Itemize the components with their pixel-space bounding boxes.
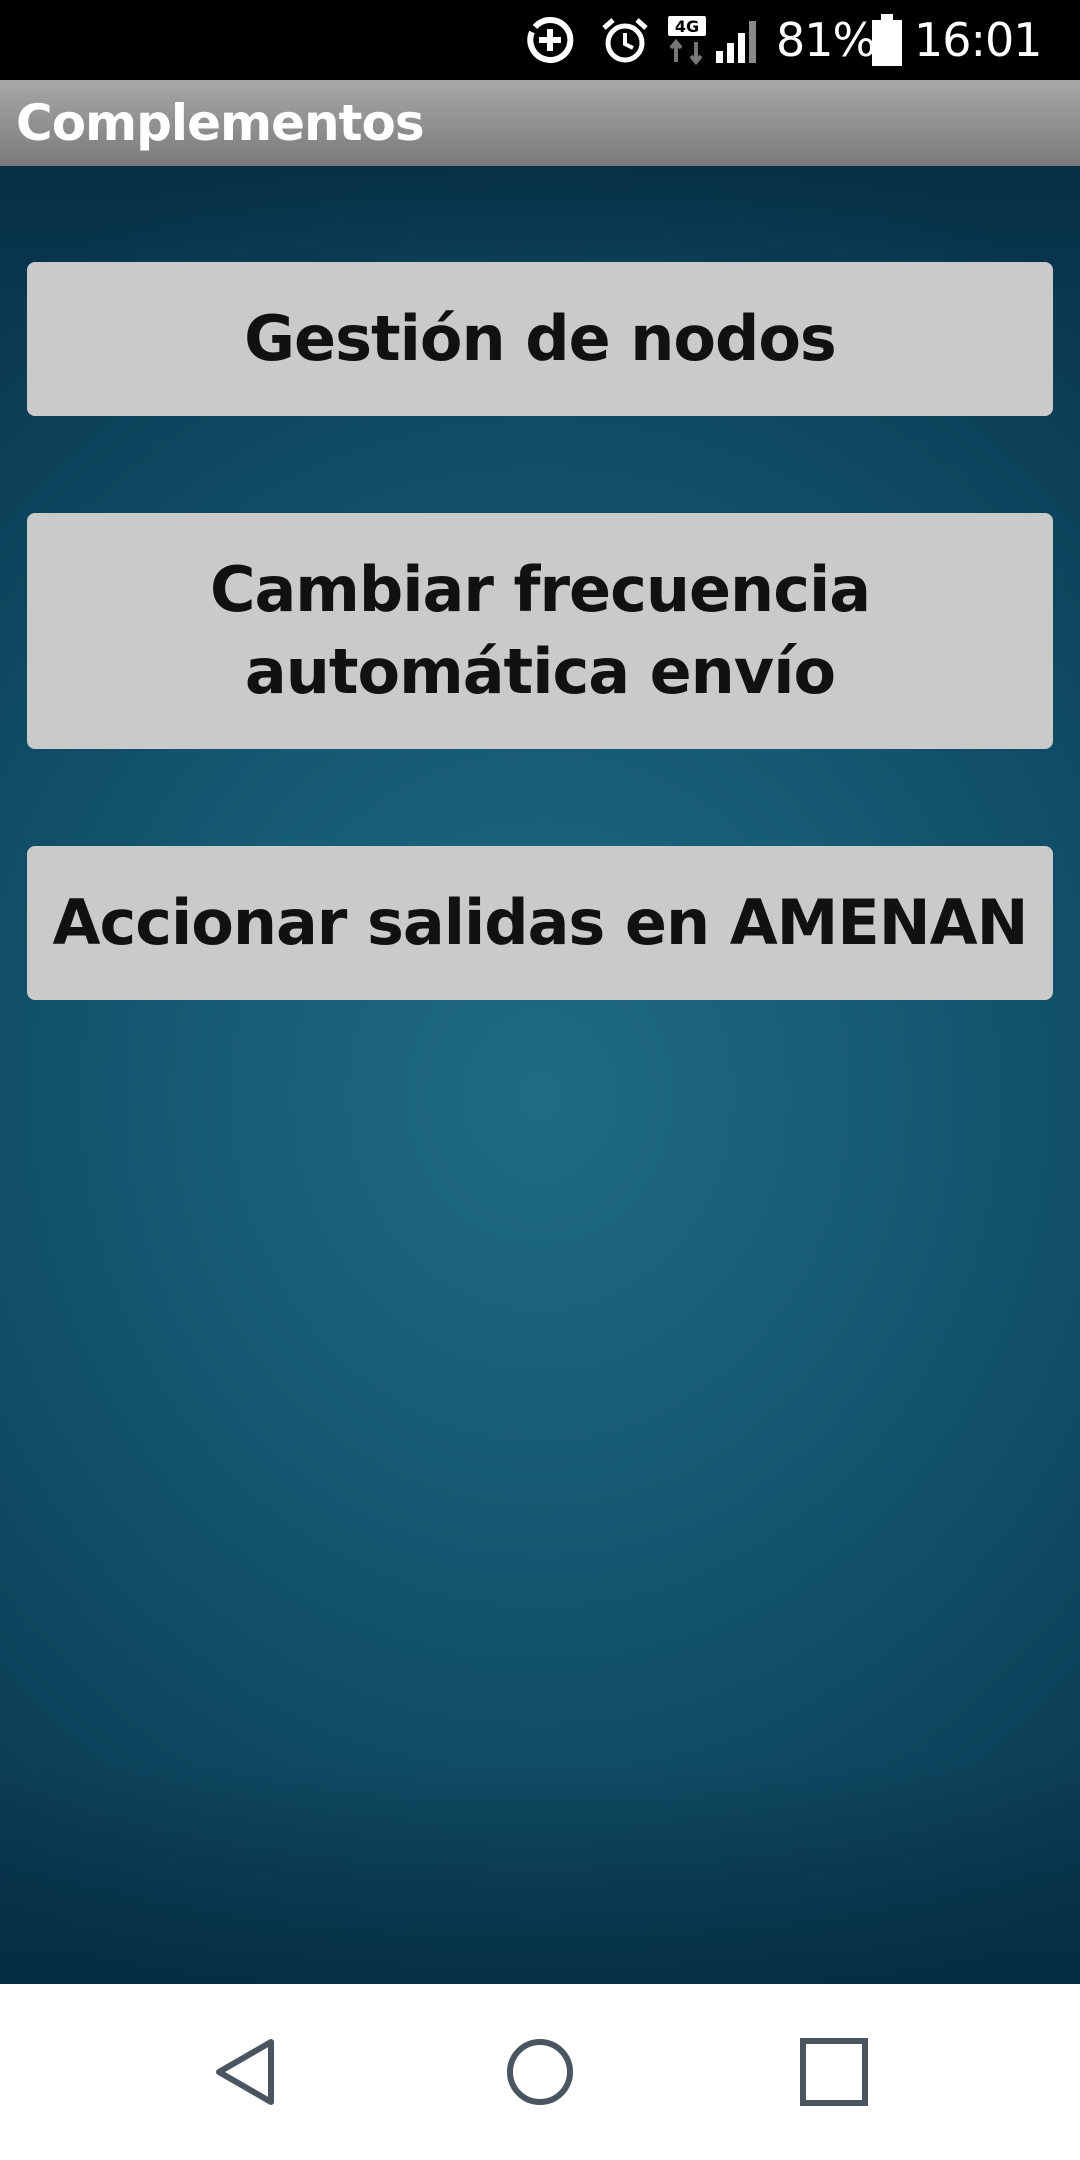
activate-outputs-button[interactable]: Accionar salidas en AMENAN bbox=[27, 846, 1053, 1000]
signal-icon bbox=[714, 0, 764, 80]
back-button[interactable] bbox=[166, 1984, 326, 2160]
status-bar: 4G 81% 16:01 bbox=[0, 0, 1080, 80]
network-4g-icon: 4G bbox=[666, 0, 708, 80]
title-bar: Complementos bbox=[0, 80, 1080, 166]
node-management-button[interactable]: Gestión de nodos bbox=[27, 262, 1053, 416]
home-icon bbox=[507, 2039, 573, 2105]
battery-icon bbox=[872, 0, 902, 80]
navigation-bar bbox=[0, 1984, 1080, 2160]
clock: 16:01 bbox=[914, 13, 1043, 67]
home-button[interactable] bbox=[460, 1984, 620, 2160]
back-icon bbox=[216, 2039, 274, 2105]
change-send-frequency-label: Cambiar frecuencia automática envío bbox=[209, 553, 871, 708]
recents-button[interactable] bbox=[754, 1984, 914, 2160]
page-title: Complementos bbox=[16, 94, 425, 152]
data-saver-icon bbox=[526, 0, 574, 80]
battery-percent: 81% bbox=[776, 13, 876, 67]
activate-outputs-label: Accionar salidas en AMENAN bbox=[52, 886, 1029, 959]
main-content: Gestión de nodos Cambiar frecuencia auto… bbox=[0, 166, 1080, 1984]
node-management-label: Gestión de nodos bbox=[244, 302, 837, 375]
recents-icon bbox=[800, 2038, 868, 2106]
change-send-frequency-button[interactable]: Cambiar frecuencia automática envío bbox=[27, 513, 1053, 749]
alarm-icon bbox=[600, 0, 650, 80]
svg-text:4G: 4G bbox=[675, 17, 699, 36]
